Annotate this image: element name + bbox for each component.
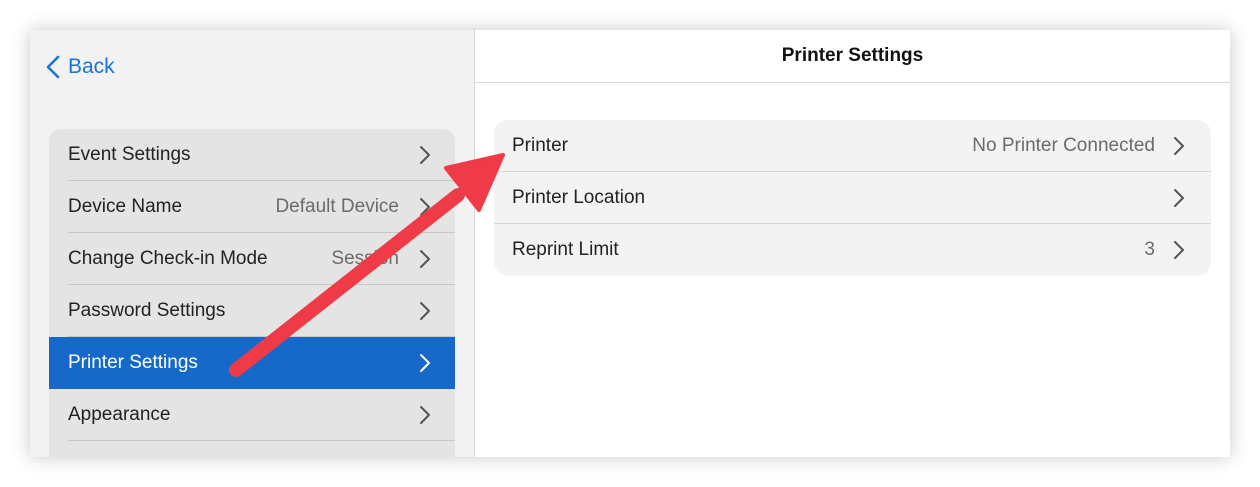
back-button[interactable]: Back xyxy=(46,52,115,82)
menu-item-label: Event Settings xyxy=(68,144,191,165)
menu-item-password-settings[interactable]: Password Settings xyxy=(49,285,455,337)
app-window: Back Event Settings Device Name Default … xyxy=(30,30,1230,457)
row-label: Reprint Limit xyxy=(512,239,619,260)
page-title: Printer Settings xyxy=(475,30,1230,83)
menu-item-label: Printer Settings xyxy=(68,352,198,373)
menu-item-label: Appearance xyxy=(68,404,171,425)
chevron-right-icon xyxy=(1174,189,1184,207)
row-label: Printer xyxy=(512,135,568,156)
row-printer-location[interactable]: Printer Location xyxy=(494,172,1211,224)
menu-item-label: Change Check-in Mode xyxy=(68,248,268,269)
row-printer[interactable]: Printer No Printer Connected xyxy=(494,120,1211,172)
row-label: Printer Location xyxy=(512,187,646,208)
chevron-right-icon xyxy=(420,250,430,268)
row-value: No Printer Connected xyxy=(972,135,1155,156)
chevron-right-icon xyxy=(420,198,430,216)
menu-item-value: Default Device xyxy=(275,196,399,217)
row-reprint-limit[interactable]: Reprint Limit 3 xyxy=(494,224,1211,276)
menu-item-printer-settings[interactable]: Printer Settings xyxy=(49,337,455,389)
row-value: 3 xyxy=(1144,239,1155,260)
menu-item-appearance[interactable]: Appearance xyxy=(49,389,455,441)
chevron-right-icon xyxy=(1174,241,1184,259)
chevron-right-icon xyxy=(420,354,430,372)
menu-item-check-in-mode[interactable]: Change Check-in Mode Session xyxy=(49,233,455,285)
chevron-right-icon xyxy=(420,406,430,424)
settings-menu: Event Settings Device Name Default Devic… xyxy=(49,129,455,457)
chevron-right-icon xyxy=(420,302,430,320)
detail-pane: Printer Settings Printer No Printer Conn… xyxy=(475,30,1230,457)
menu-item-label: Device Name xyxy=(68,196,183,217)
chevron-right-icon xyxy=(1174,137,1184,155)
menu-item-value: Session xyxy=(331,248,399,269)
menu-item-event-settings[interactable]: Event Settings xyxy=(49,129,455,181)
chevron-right-icon xyxy=(420,146,430,164)
back-label: Back xyxy=(68,55,115,78)
chevron-left-icon xyxy=(46,55,60,79)
printer-settings-group: Printer No Printer Connected Printer Loc… xyxy=(494,120,1211,276)
menu-item-device-name[interactable]: Device Name Default Device xyxy=(49,181,455,233)
sidebar: Back Event Settings Device Name Default … xyxy=(30,30,475,457)
menu-item-label: Password Settings xyxy=(68,300,226,321)
